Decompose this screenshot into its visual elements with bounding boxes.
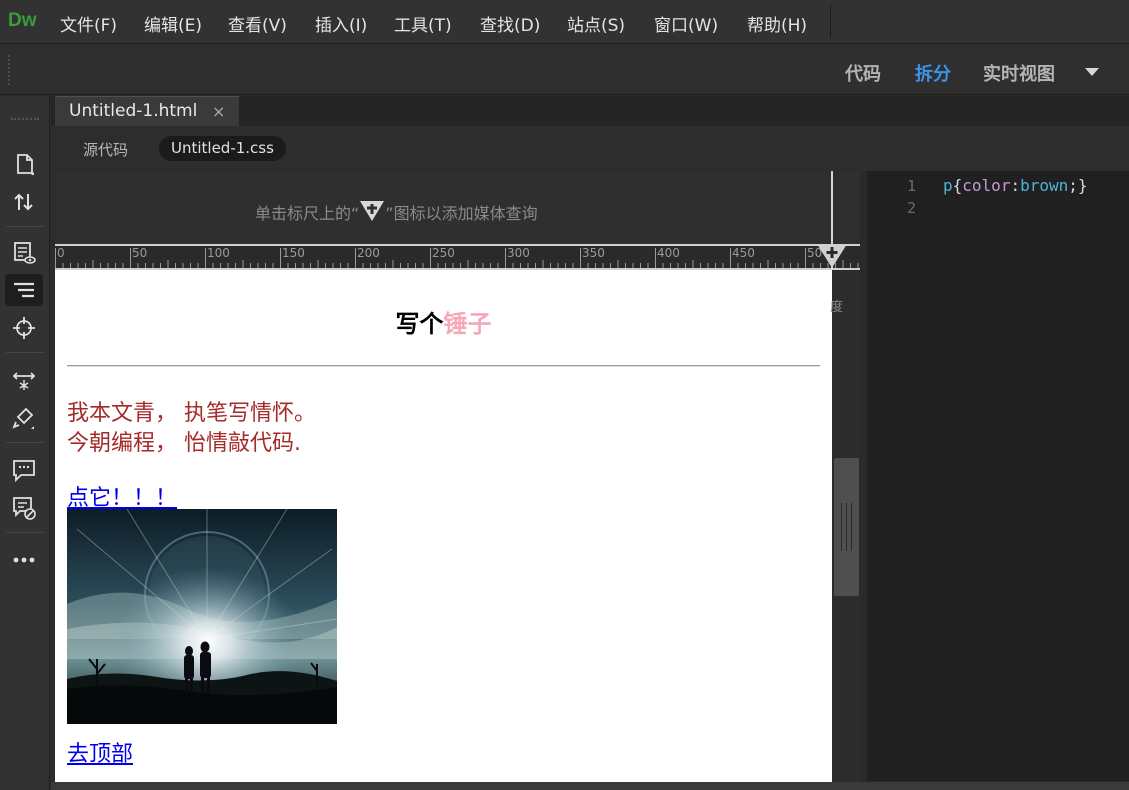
media-query-bar: 单击标尺上的“ ”图标以添加媒体查询 bbox=[55, 171, 860, 244]
media-query-hint: 单击标尺上的“ ”图标以添加媒体查询 bbox=[255, 197, 538, 224]
menu-file[interactable]: 文件(F) bbox=[60, 11, 117, 36]
resize-icon[interactable] bbox=[5, 364, 43, 396]
live-view-button[interactable]: 实时视图 bbox=[983, 60, 1055, 86]
css-file-tab[interactable]: Untitled-1.css bbox=[159, 136, 286, 161]
document-tab-label: Untitled-1.html bbox=[69, 101, 198, 121]
css-selector: p bbox=[943, 176, 953, 195]
media-query-hint-prefix: 单击标尺上的“ bbox=[255, 204, 360, 223]
menu-tools[interactable]: 工具(T) bbox=[394, 11, 452, 36]
ruler-label: 300 bbox=[507, 246, 530, 260]
menu-insert[interactable]: 插入(I) bbox=[315, 11, 367, 36]
line-number: 2 bbox=[907, 199, 917, 217]
css-property: color bbox=[962, 176, 1011, 195]
target-icon[interactable] bbox=[5, 312, 43, 344]
menu-window[interactable]: 窗口(W) bbox=[654, 11, 718, 36]
menu-help[interactable]: 帮助(H) bbox=[747, 11, 807, 36]
live-view-pane[interactable]: 写个锤子 我本文青， 执笔写情怀。 今朝编程， 怡情敲代码. 点它！！！ 去顶部 bbox=[55, 270, 832, 782]
brush-icon[interactable] bbox=[5, 402, 43, 434]
transfer-icon[interactable] bbox=[5, 186, 43, 218]
ruler-add-icon[interactable] bbox=[815, 243, 849, 269]
comment-off-icon[interactable] bbox=[5, 492, 43, 524]
line-number: 1 bbox=[907, 177, 917, 195]
related-files-bar: 源代码 Untitled-1.css bbox=[51, 126, 1129, 171]
grip-line bbox=[846, 503, 847, 551]
grip-line bbox=[841, 503, 842, 551]
heading-text: 写个 bbox=[395, 310, 444, 338]
dom-icon[interactable] bbox=[5, 274, 43, 306]
panel-grip bbox=[11, 118, 39, 122]
menu-find[interactable]: 查找(D) bbox=[480, 11, 540, 36]
menu-site[interactable]: 站点(S) bbox=[567, 11, 625, 36]
tool-divider bbox=[6, 352, 44, 353]
heading-accent-text: 锤子 bbox=[443, 310, 492, 338]
ruler-label: 250 bbox=[432, 246, 455, 260]
tool-divider bbox=[6, 226, 44, 227]
menu-view[interactable]: 查看(V) bbox=[228, 11, 287, 36]
document-tab[interactable]: Untitled-1.html × bbox=[55, 96, 239, 126]
click-link[interactable]: 点它！！！ bbox=[67, 480, 177, 512]
media-query-hint-suffix: ”图标以添加媒体查询 bbox=[385, 204, 538, 223]
new-file-icon[interactable] bbox=[5, 148, 43, 180]
menu-bar: Dw 文件(F) 编辑(E) 查看(V) 插入(I) 工具(T) 查找(D) 站… bbox=[0, 0, 1129, 44]
tool-divider bbox=[6, 532, 44, 533]
css-brace-open: { bbox=[952, 176, 963, 195]
menu-edit[interactable]: 编辑(E) bbox=[144, 11, 202, 36]
add-media-query-icon bbox=[359, 200, 385, 222]
app-logo: Dw bbox=[8, 10, 37, 31]
code-editor[interactable]: 1 2 p{color:brown;} bbox=[867, 171, 1129, 781]
width-ruler[interactable]: 0 50 100 150 200 250 300 350 400 450 50 bbox=[55, 244, 860, 270]
grip-line bbox=[851, 503, 852, 551]
more-icon[interactable] bbox=[5, 544, 43, 576]
ruler-label: 100 bbox=[207, 246, 230, 260]
poem-line: 我本文青， 执笔写情怀。 bbox=[67, 401, 316, 426]
bottom-scrollbar[interactable] bbox=[51, 782, 1129, 790]
ruler-label: 50 bbox=[132, 246, 148, 260]
anime-sky-image bbox=[67, 509, 337, 724]
ruler-label: 400 bbox=[657, 246, 680, 260]
view-switch-bar: 代码 拆分 实时视图 bbox=[0, 45, 1129, 95]
css-brace-close: ;} bbox=[1068, 176, 1088, 195]
ruler-label: 150 bbox=[282, 246, 305, 260]
split-view-button[interactable]: 拆分 bbox=[915, 60, 951, 86]
tool-panel bbox=[0, 96, 50, 790]
ruler-label: 450 bbox=[732, 246, 755, 260]
css-colon: : bbox=[1010, 176, 1021, 195]
code-line[interactable]: p{color:brown;} bbox=[943, 176, 1088, 195]
code-view-button[interactable]: 代码 bbox=[845, 60, 881, 86]
toolbar-grip bbox=[8, 55, 10, 85]
menu-divider bbox=[830, 4, 831, 38]
live-preview-icon[interactable] bbox=[5, 236, 43, 268]
pane-splitter[interactable] bbox=[860, 171, 867, 790]
tool-divider bbox=[6, 442, 44, 443]
ruler-label: 200 bbox=[357, 246, 380, 260]
document-tab-bar: Untitled-1.html × bbox=[51, 96, 1129, 126]
horizontal-rule bbox=[67, 365, 820, 367]
ruler-label: 0 bbox=[57, 246, 65, 260]
back-to-top-link[interactable]: 去顶部 bbox=[67, 736, 133, 768]
vertical-scrollbar-thumb[interactable] bbox=[834, 458, 859, 596]
ruler-label: 350 bbox=[582, 246, 605, 260]
css-value: brown bbox=[1020, 176, 1069, 195]
close-icon[interactable]: × bbox=[212, 102, 225, 121]
source-code-tab[interactable]: 源代码 bbox=[83, 139, 128, 160]
page-heading: 写个锤子 bbox=[55, 304, 832, 339]
poem-line: 今朝编程， 怡情敲代码. bbox=[67, 431, 301, 456]
gutter-text-fragment: 度 bbox=[830, 300, 844, 315]
chevron-down-icon[interactable] bbox=[1085, 68, 1099, 76]
comment-icon[interactable] bbox=[5, 454, 43, 486]
